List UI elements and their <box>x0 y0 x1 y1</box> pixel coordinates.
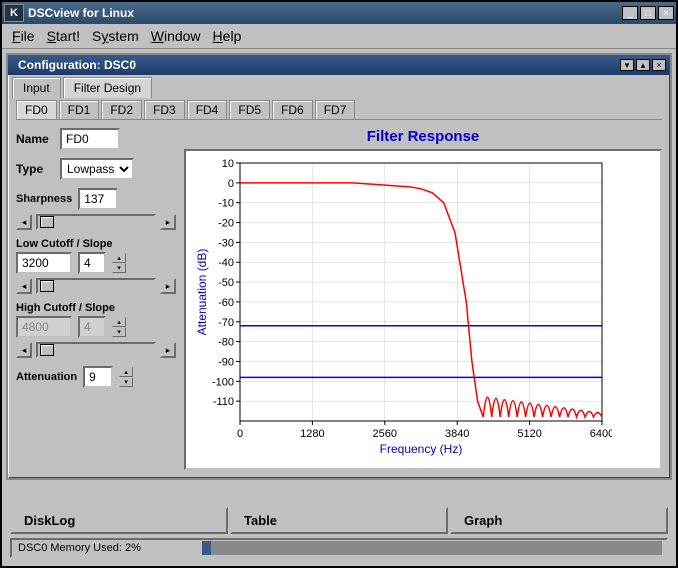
bottom-bar: DiskLog Table Graph <box>10 507 668 534</box>
low-cutoff-input[interactable] <box>16 252 72 274</box>
svg-text:-40: -40 <box>218 257 234 269</box>
svg-text:0: 0 <box>237 428 243 440</box>
menubar: File Start! System Window Help <box>2 24 676 49</box>
svg-text:-30: -30 <box>218 237 234 249</box>
disklog-button[interactable]: DiskLog <box>10 507 228 534</box>
chart-title: Filter Response <box>184 128 662 145</box>
type-label: Type <box>16 162 54 176</box>
config-btn-2[interactable]: ▴ <box>636 59 650 71</box>
chart-svg: 10 0 -10 -20 -30 -40 -50 -60 -70 -80 -90 -100 -110 0 1… <box>192 157 612 457</box>
svg-text:10: 10 <box>222 158 234 170</box>
svg-text:-20: -20 <box>218 218 234 230</box>
memory-bar <box>202 541 662 555</box>
svg-text:3840: 3840 <box>445 428 469 440</box>
sharpness-label: Sharpness <box>16 193 72 205</box>
low-cutoff-inc[interactable]: ▸ <box>160 278 176 294</box>
type-select[interactable]: Lowpass <box>60 158 134 180</box>
svg-text:5120: 5120 <box>517 428 541 440</box>
tab-filter-design[interactable]: Filter Design <box>63 77 152 98</box>
maximize-button[interactable]: □ <box>640 6 656 20</box>
low-slope-down[interactable]: ▾ <box>112 263 126 273</box>
high-cutoff-slider <box>36 342 156 358</box>
sub-tab-fd2[interactable]: FD2 <box>101 100 142 119</box>
svg-text:0: 0 <box>228 178 234 190</box>
app-menu-icon[interactable]: K <box>4 4 24 22</box>
low-cutoff-dec[interactable]: ◂ <box>16 278 32 294</box>
sub-tab-fd5[interactable]: FD5 <box>229 100 270 119</box>
name-label: Name <box>16 132 54 146</box>
chart-box: 10 0 -10 -20 -30 -40 -50 -60 -70 -80 -90 -100 -110 0 1… <box>184 149 662 470</box>
table-button[interactable]: Table <box>230 507 448 534</box>
sharpness-input[interactable] <box>78 188 118 210</box>
menu-help[interactable]: Help <box>213 28 242 44</box>
status-bar: DSC0 Memory Used: 2% <box>10 538 668 558</box>
svg-text:-50: -50 <box>218 277 234 289</box>
sharpness-dec[interactable]: ◂ <box>16 214 32 230</box>
sub-tab-fd7[interactable]: FD7 <box>315 100 356 119</box>
config-titlebar[interactable]: Configuration: DSC0 ▾ ▴ × <box>8 55 670 75</box>
high-cutoff-inc: ▸ <box>160 342 176 358</box>
sub-tab-fd3[interactable]: FD3 <box>144 100 185 119</box>
config-window: Configuration: DSC0 ▾ ▴ × Input Filter D… <box>6 53 672 480</box>
svg-text:-10: -10 <box>218 198 234 210</box>
svg-text:-80: -80 <box>218 337 234 349</box>
menu-window[interactable]: Window <box>151 28 201 44</box>
menu-system[interactable]: System <box>92 28 139 44</box>
config-title: Configuration: DSC0 <box>12 58 618 72</box>
svg-text:1280: 1280 <box>300 428 324 440</box>
svg-text:-60: -60 <box>218 297 234 309</box>
main-window: K DSCview for Linux _ □ × File Start! Sy… <box>0 0 678 568</box>
svg-text:-110: -110 <box>213 396 234 408</box>
low-slope-input[interactable] <box>78 252 106 274</box>
chart-area: Filter Response 10 0 -10 -20 -30 -40 -50 -60 -70… <box>184 128 662 470</box>
high-slope-down: ▾ <box>112 327 126 337</box>
menu-file[interactable]: File <box>12 28 35 44</box>
svg-text:6400: 6400 <box>590 428 612 440</box>
close-button[interactable]: × <box>658 6 674 20</box>
config-btn-3[interactable]: × <box>652 59 666 71</box>
sharpness-slider[interactable] <box>36 214 156 230</box>
high-slope-up: ▴ <box>112 317 126 327</box>
name-input[interactable] <box>60 128 120 150</box>
svg-text:Frequency (Hz): Frequency (Hz) <box>380 442 463 456</box>
minimize-button[interactable]: _ <box>622 6 638 20</box>
graph-button[interactable]: Graph <box>450 507 668 534</box>
sub-tab-fd6[interactable]: FD6 <box>272 100 313 119</box>
low-cutoff-slider[interactable] <box>36 278 156 294</box>
status-label: DSC0 Memory Used: 2% <box>12 542 202 554</box>
sub-tab-fd0[interactable]: FD0 <box>16 100 57 119</box>
attenuation-up[interactable]: ▴ <box>119 367 133 377</box>
window-title: DSCview for Linux <box>28 6 622 20</box>
high-slope-input <box>78 316 106 338</box>
sub-tab-fd4[interactable]: FD4 <box>187 100 228 119</box>
filter-sub-tabs: FD0FD1FD2FD3FD4FD5FD6FD7 <box>16 100 662 120</box>
attenuation-label: Attenuation <box>16 371 77 383</box>
svg-text:-70: -70 <box>218 317 234 329</box>
sub-tab-fd1[interactable]: FD1 <box>59 100 100 119</box>
high-cutoff-label: High Cutoff / Slope <box>16 302 176 314</box>
menu-start[interactable]: Start! <box>47 28 80 44</box>
sharpness-inc[interactable]: ▸ <box>160 214 176 230</box>
svg-text:-100: -100 <box>212 376 234 388</box>
low-slope-up[interactable]: ▴ <box>112 253 126 263</box>
high-cutoff-input <box>16 316 72 338</box>
attenuation-down[interactable]: ▾ <box>119 377 133 387</box>
attenuation-input[interactable] <box>83 366 113 388</box>
svg-text:-90: -90 <box>218 356 234 368</box>
tab-input[interactable]: Input <box>12 77 61 98</box>
low-cutoff-label: Low Cutoff / Slope <box>16 238 176 250</box>
high-cutoff-dec: ◂ <box>16 342 32 358</box>
svg-text:Attenuation (dB): Attenuation (dB) <box>195 249 209 336</box>
svg-text:2560: 2560 <box>373 428 397 440</box>
controls-panel: Name Type Lowpass Sharpness ◂ <box>16 128 176 470</box>
config-btn-1[interactable]: ▾ <box>620 59 634 71</box>
main-tabs: Input Filter Design <box>12 77 666 98</box>
titlebar[interactable]: K DSCview for Linux _ □ × <box>2 2 676 24</box>
